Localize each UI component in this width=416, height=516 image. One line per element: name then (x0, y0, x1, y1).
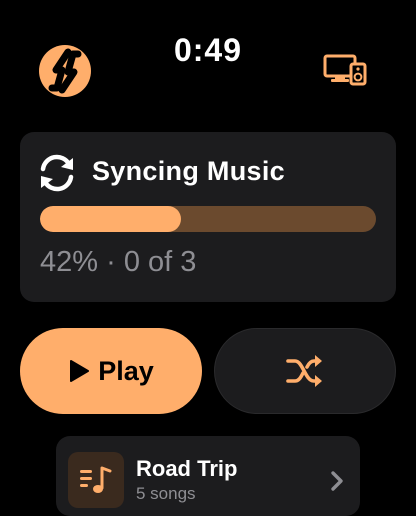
chevron-right-icon (331, 471, 343, 491)
sync-title: Syncing Music (92, 156, 285, 186)
play-icon (70, 360, 90, 382)
shuffle-button[interactable] (214, 328, 396, 414)
playlist-name: Road Trip (136, 456, 238, 481)
sync-progress-bar (40, 206, 376, 232)
sync-progress-fill (40, 206, 182, 232)
sync-status-text: 42% · 0 of 3 (40, 246, 197, 278)
play-label: Play (98, 355, 154, 386)
sync-icon (36, 152, 78, 194)
play-button[interactable]: Play (20, 328, 202, 414)
devices-button[interactable] (320, 50, 370, 88)
music-note-icon (80, 466, 112, 493)
playlist-item[interactable]: Road Trip 5 songs (56, 436, 360, 516)
shuffle-icon (286, 355, 322, 387)
playlist-artwork (68, 452, 124, 508)
devices-icon (323, 54, 367, 86)
playlist-song-count: 5 songs (136, 484, 196, 503)
sync-card: Syncing Music 42% · 0 of 3 (20, 132, 396, 302)
status-bar: 0:49 (0, 0, 416, 110)
